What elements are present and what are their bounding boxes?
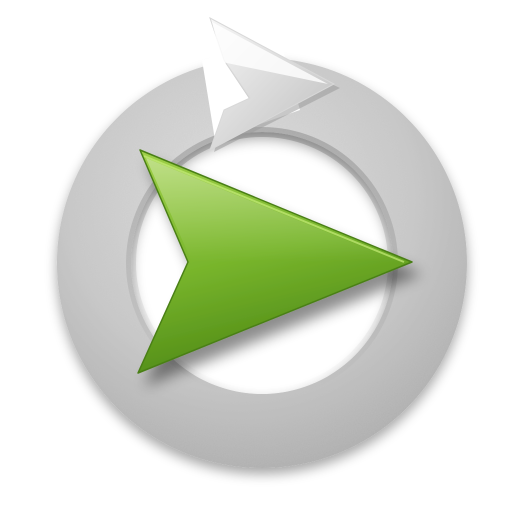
app-icon-canvas: [0, 0, 512, 512]
replay-play-app-icon: [56, 16, 467, 468]
